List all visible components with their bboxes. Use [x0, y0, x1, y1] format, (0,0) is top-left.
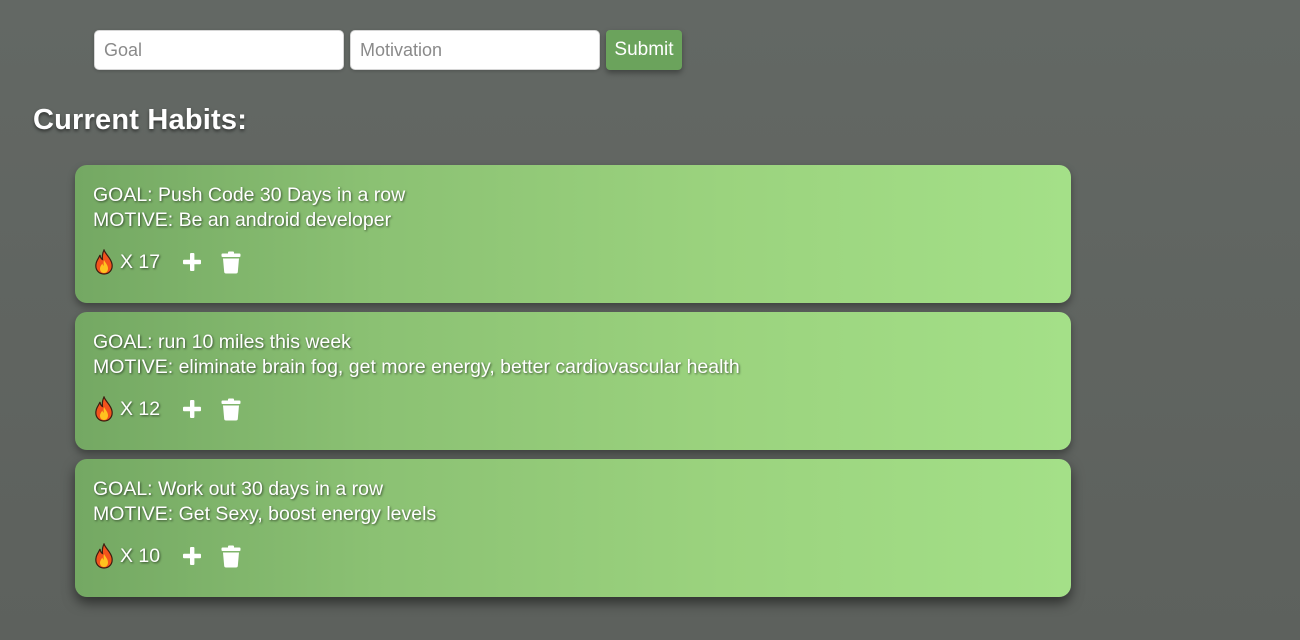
increment-streak-button[interactable]	[180, 397, 204, 421]
habit-controls: X 12	[93, 394, 1053, 424]
submit-button[interactable]: Submit	[606, 30, 682, 70]
fire-icon	[93, 248, 115, 275]
habit-list: GOAL: Push Code 30 Days in a row MOTIVE:…	[75, 165, 1071, 606]
increment-streak-button[interactable]	[180, 250, 204, 274]
delete-habit-button[interactable]	[219, 249, 243, 275]
plus-icon	[183, 400, 202, 418]
trash-icon	[221, 251, 241, 273]
current-habits-heading: Current Habits:	[33, 104, 248, 136]
habit-motive: MOTIVE: Be an android developer	[93, 209, 392, 231]
fire-icon	[93, 395, 115, 422]
habit-card: GOAL: run 10 miles this week MOTIVE: eli…	[75, 312, 1071, 450]
plus-icon	[183, 547, 202, 565]
streak-count: X 10	[120, 544, 161, 567]
increment-streak-button[interactable]	[180, 544, 204, 568]
habit-goal: GOAL: Push Code 30 Days in a row	[93, 184, 406, 206]
streak-count: X 17	[120, 250, 161, 273]
fire-icon	[93, 542, 115, 569]
plus-icon	[183, 253, 202, 271]
habit-motive: MOTIVE: Get Sexy, boost energy levels	[93, 503, 437, 525]
streak-count: X 12	[120, 397, 161, 420]
goal-input[interactable]	[94, 30, 344, 70]
delete-habit-button[interactable]	[219, 543, 243, 569]
trash-icon	[221, 398, 241, 420]
delete-habit-button[interactable]	[219, 396, 243, 422]
habit-controls: X 17	[93, 247, 1053, 277]
habit-controls: X 10	[93, 541, 1053, 571]
habit-card: GOAL: Push Code 30 Days in a row MOTIVE:…	[75, 165, 1071, 303]
habit-card: GOAL: Work out 30 days in a row MOTIVE: …	[75, 459, 1071, 597]
new-habit-form: Submit	[94, 30, 682, 70]
habit-motive: MOTIVE: eliminate brain fog, get more en…	[93, 356, 740, 378]
habit-goal: GOAL: run 10 miles this week	[93, 331, 351, 353]
motivation-input[interactable]	[350, 30, 600, 70]
habit-goal: GOAL: Work out 30 days in a row	[93, 478, 384, 500]
trash-icon	[221, 545, 241, 567]
